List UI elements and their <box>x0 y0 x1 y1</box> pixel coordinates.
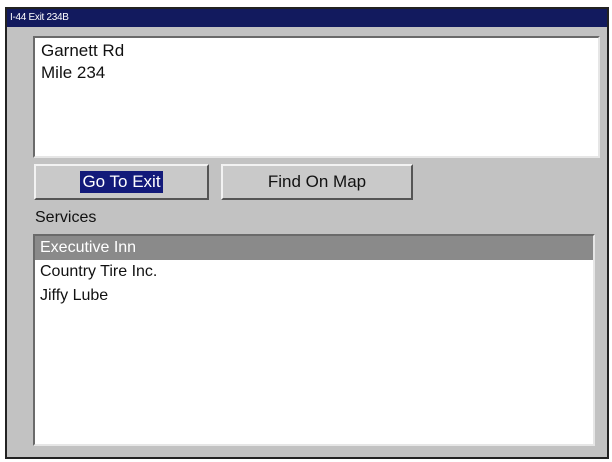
find-on-map-button[interactable]: Find On Map <box>221 164 413 200</box>
mile-marker: Mile 234 <box>41 63 106 82</box>
go-to-exit-button[interactable]: Go To Exit <box>34 164 209 200</box>
services-list-item[interactable]: Executive Inn <box>35 236 593 260</box>
services-list-item[interactable]: Jiffy Lube <box>35 284 593 308</box>
exit-info-box: Garnett Rd Mile 234 <box>33 36 600 158</box>
road-name: Garnett Rd <box>41 41 125 60</box>
services-list[interactable]: Executive Inn Country Tire Inc. Jiffy Lu… <box>33 234 595 446</box>
exit-info-window: I-44 Exit 234B Garnett Rd Mile 234 Go To… <box>5 7 609 459</box>
window-title: I-44 Exit 234B <box>7 9 607 27</box>
services-list-item[interactable]: Country Tire Inc. <box>35 260 593 284</box>
services-label: Services <box>35 209 97 226</box>
find-on-map-label: Find On Map <box>267 172 367 191</box>
go-to-exit-label: Go To Exit <box>80 171 163 193</box>
